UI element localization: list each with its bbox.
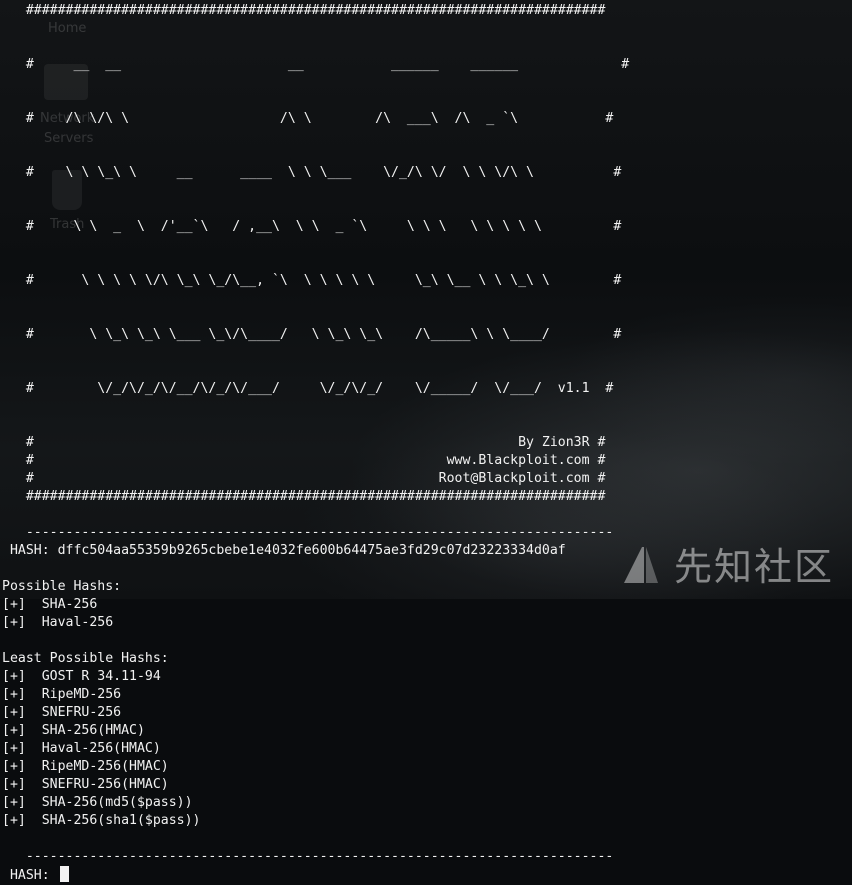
- banner-credit-author: # By Zion3R #: [2, 435, 606, 450]
- banner-art-line: # /\ \/\ \ /\ \ /\ ___\ /\ _ `\ #: [2, 111, 614, 126]
- list-item: [+] SHA-256(md5($pass)): [2, 795, 193, 810]
- list-item: [+] SNEFRU-256: [2, 705, 122, 720]
- banner-art-line: # \/_/\/_/\/__/\/_/\/___/ \/_/\/_/ \/___…: [2, 381, 614, 396]
- hash-prompt: HASH:: [2, 543, 58, 558]
- banner-art-line: # \ \_\ \_\ \___ \_\/\____/ \ \_\ \_\ /\…: [2, 327, 622, 342]
- text-cursor[interactable]: [59, 866, 69, 882]
- least-possible-hashes-title: Least Possible Hashs:: [2, 651, 169, 666]
- banner-border-top: ########################################…: [2, 3, 606, 18]
- banner-ascii-art: # __ __ __ ______ ______ # # /\ \/\ \ /\…: [2, 20, 852, 434]
- list-item: [+] GOST R 34.11-94: [2, 669, 161, 684]
- hash-input-prompt: HASH:: [2, 868, 58, 883]
- least-possible-hashes-list: [+] GOST R 34.11-94 [+] RipeMD-256 [+] S…: [2, 668, 852, 830]
- hash-value: dffc504aa55359b9265cbebe1e4032fe600b6447…: [57, 543, 566, 558]
- banner-credit-email: # Root@Blackploit.com #: [2, 471, 606, 486]
- banner-credit-website: # www.Blackploit.com #: [2, 453, 606, 468]
- banner-art-line: # \ \ _ \ /'__`\ / ,__\ \ \ _ `\ \ \ \ \…: [2, 219, 622, 234]
- terminal-output[interactable]: ########################################…: [0, 0, 852, 883]
- list-item: [+] SHA-256(HMAC): [2, 723, 145, 738]
- separator-line: ----------------------------------------…: [2, 849, 614, 864]
- list-item: [+] RipeMD-256: [2, 687, 122, 702]
- list-item: [+] SHA-256(sha1($pass)): [2, 813, 201, 828]
- list-item: [+] Haval-256: [2, 615, 114, 630]
- banner-art-line: # \ \ \ \ \/\ \_\ \_/\__, `\ \ \ \ \ \ \…: [2, 273, 622, 288]
- list-item: [+] RipeMD-256(HMAC): [2, 759, 169, 774]
- banner-border-bottom: ########################################…: [2, 489, 606, 504]
- xianzhi-logo-icon: [623, 546, 658, 583]
- banner-art-line: # __ __ __ ______ ______ #: [2, 57, 630, 72]
- list-item: [+] Haval-256(HMAC): [2, 741, 161, 756]
- banner-art-line: # \ \ \_\ \ __ ____ \ \ \___ \/_/\ \/ \ …: [2, 165, 622, 180]
- list-item: [+] SNEFRU-256(HMAC): [2, 777, 169, 792]
- possible-hashes-list: [+] SHA-256 [+] Haval-256: [2, 596, 852, 632]
- watermark-text: 先知社区: [673, 545, 834, 589]
- hash-prompt-line[interactable]: HASH:: [2, 866, 852, 884]
- watermark: 先知社区: [618, 536, 834, 591]
